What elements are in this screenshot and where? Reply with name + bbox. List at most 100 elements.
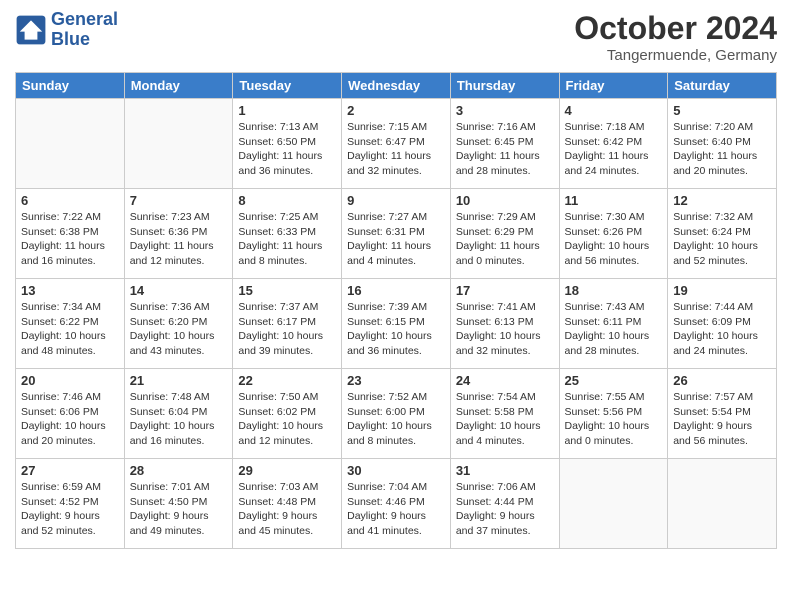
day-number: 22 bbox=[238, 373, 336, 388]
day-number: 3 bbox=[456, 103, 554, 118]
week-row-2: 6 Sunrise: 7:22 AM Sunset: 6:38 PM Daylig… bbox=[16, 189, 777, 279]
logo: General Blue bbox=[15, 10, 118, 50]
week-row-5: 27Sunrise: 6:59 AM Sunset: 4:52 PM Dayli… bbox=[16, 459, 777, 549]
day-cell: 15Sunrise: 7:37 AM Sunset: 6:17 PM Dayli… bbox=[233, 279, 342, 369]
day-cell: 19 Sunrise: 7:44 AM Sunset: 6:09 PM Dayli… bbox=[668, 279, 777, 369]
week-row-3: 13 Sunrise: 7:34 AM Sunset: 6:22 PM Dayli… bbox=[16, 279, 777, 369]
day-info: Sunrise: 7:23 AM Sunset: 6:36 PM Dayligh… bbox=[130, 210, 228, 269]
day-number: 6 bbox=[21, 193, 119, 208]
day-number: 19 bbox=[673, 283, 771, 298]
week-row-1: 1Sunrise: 7:13 AM Sunset: 6:50 PM Daylig… bbox=[16, 99, 777, 189]
day-cell: 21 Sunrise: 7:48 AM Sunset: 6:04 PM Dayli… bbox=[124, 369, 233, 459]
day-number: 9 bbox=[347, 193, 445, 208]
day-info: Sunrise: 7:34 AM Sunset: 6:22 PM Dayligh… bbox=[21, 300, 119, 359]
day-cell: 11 Sunrise: 7:30 AM Sunset: 6:26 PM Dayli… bbox=[559, 189, 668, 279]
day-number: 26 bbox=[673, 373, 771, 388]
day-info: Sunrise: 7:15 AM Sunset: 6:47 PM Dayligh… bbox=[347, 120, 445, 179]
day-info: Sunrise: 7:57 AM Sunset: 5:54 PM Dayligh… bbox=[673, 390, 771, 449]
logo-icon bbox=[15, 14, 47, 46]
day-cell: 6 Sunrise: 7:22 AM Sunset: 6:38 PM Daylig… bbox=[16, 189, 125, 279]
day-number: 28 bbox=[130, 463, 228, 478]
day-number: 13 bbox=[21, 283, 119, 298]
day-info: Sunrise: 7:44 AM Sunset: 6:09 PM Dayligh… bbox=[673, 300, 771, 359]
day-cell: 9 Sunrise: 7:27 AM Sunset: 6:31 PM Daylig… bbox=[342, 189, 451, 279]
day-info: Sunrise: 7:22 AM Sunset: 6:38 PM Dayligh… bbox=[21, 210, 119, 269]
day-cell bbox=[124, 99, 233, 189]
calendar-body: 1Sunrise: 7:13 AM Sunset: 6:50 PM Daylig… bbox=[16, 99, 777, 549]
day-info: Sunrise: 7:27 AM Sunset: 6:31 PM Dayligh… bbox=[347, 210, 445, 269]
day-number: 11 bbox=[565, 193, 663, 208]
title-area: October 2024 Tangermuende, Germany bbox=[574, 10, 777, 64]
header: General Blue October 2024 Tangermuende, … bbox=[15, 10, 777, 64]
weekday-header-row: SundayMondayTuesdayWednesdayThursdayFrid… bbox=[16, 73, 777, 99]
day-cell: 30 Sunrise: 7:04 AM Sunset: 4:46 PM Dayli… bbox=[342, 459, 451, 549]
day-number: 2 bbox=[347, 103, 445, 118]
weekday-header-sunday: Sunday bbox=[16, 73, 125, 99]
day-number: 17 bbox=[456, 283, 554, 298]
day-info: Sunrise: 7:54 AM Sunset: 5:58 PM Dayligh… bbox=[456, 390, 554, 449]
day-number: 21 bbox=[130, 373, 228, 388]
day-info: Sunrise: 7:03 AM Sunset: 4:48 PM Dayligh… bbox=[238, 480, 336, 539]
day-cell: 14Sunrise: 7:36 AM Sunset: 6:20 PM Dayli… bbox=[124, 279, 233, 369]
day-cell: 18 Sunrise: 7:43 AM Sunset: 6:11 PM Dayli… bbox=[559, 279, 668, 369]
day-number: 18 bbox=[565, 283, 663, 298]
day-cell bbox=[559, 459, 668, 549]
day-info: Sunrise: 7:30 AM Sunset: 6:26 PM Dayligh… bbox=[565, 210, 663, 269]
day-info: Sunrise: 7:37 AM Sunset: 6:17 PM Dayligh… bbox=[238, 300, 336, 359]
day-number: 1 bbox=[238, 103, 336, 118]
day-number: 29 bbox=[238, 463, 336, 478]
day-cell: 31Sunrise: 7:06 AM Sunset: 4:44 PM Dayli… bbox=[450, 459, 559, 549]
day-number: 16 bbox=[347, 283, 445, 298]
day-cell: 1Sunrise: 7:13 AM Sunset: 6:50 PM Daylig… bbox=[233, 99, 342, 189]
day-info: Sunrise: 7:48 AM Sunset: 6:04 PM Dayligh… bbox=[130, 390, 228, 449]
day-info: Sunrise: 7:50 AM Sunset: 6:02 PM Dayligh… bbox=[238, 390, 336, 449]
day-cell: 10 Sunrise: 7:29 AM Sunset: 6:29 PM Dayli… bbox=[450, 189, 559, 279]
month-title: October 2024 bbox=[574, 10, 777, 47]
day-cell: 17 Sunrise: 7:41 AM Sunset: 6:13 PM Dayli… bbox=[450, 279, 559, 369]
day-cell: 26 Sunrise: 7:57 AM Sunset: 5:54 PM Dayli… bbox=[668, 369, 777, 459]
day-info: Sunrise: 7:04 AM Sunset: 4:46 PM Dayligh… bbox=[347, 480, 445, 539]
day-info: Sunrise: 7:29 AM Sunset: 6:29 PM Dayligh… bbox=[456, 210, 554, 269]
day-info: Sunrise: 7:41 AM Sunset: 6:13 PM Dayligh… bbox=[456, 300, 554, 359]
day-cell bbox=[16, 99, 125, 189]
week-row-4: 20Sunrise: 7:46 AM Sunset: 6:06 PM Dayli… bbox=[16, 369, 777, 459]
day-info: Sunrise: 7:43 AM Sunset: 6:11 PM Dayligh… bbox=[565, 300, 663, 359]
weekday-header-thursday: Thursday bbox=[450, 73, 559, 99]
day-info: Sunrise: 7:01 AM Sunset: 4:50 PM Dayligh… bbox=[130, 480, 228, 539]
day-number: 31 bbox=[456, 463, 554, 478]
day-cell: 22 Sunrise: 7:50 AM Sunset: 6:02 PM Dayli… bbox=[233, 369, 342, 459]
weekday-header-monday: Monday bbox=[124, 73, 233, 99]
day-number: 12 bbox=[673, 193, 771, 208]
day-info: Sunrise: 7:18 AM Sunset: 6:42 PM Dayligh… bbox=[565, 120, 663, 179]
day-info: Sunrise: 7:25 AM Sunset: 6:33 PM Dayligh… bbox=[238, 210, 336, 269]
day-cell: 13 Sunrise: 7:34 AM Sunset: 6:22 PM Dayli… bbox=[16, 279, 125, 369]
day-cell: 24Sunrise: 7:54 AM Sunset: 5:58 PM Dayli… bbox=[450, 369, 559, 459]
weekday-header-saturday: Saturday bbox=[668, 73, 777, 99]
day-number: 25 bbox=[565, 373, 663, 388]
day-cell: 8 Sunrise: 7:25 AM Sunset: 6:33 PM Daylig… bbox=[233, 189, 342, 279]
day-number: 30 bbox=[347, 463, 445, 478]
day-info: Sunrise: 7:32 AM Sunset: 6:24 PM Dayligh… bbox=[673, 210, 771, 269]
day-info: Sunrise: 7:39 AM Sunset: 6:15 PM Dayligh… bbox=[347, 300, 445, 359]
day-cell: 20Sunrise: 7:46 AM Sunset: 6:06 PM Dayli… bbox=[16, 369, 125, 459]
day-number: 14 bbox=[130, 283, 228, 298]
day-cell: 27Sunrise: 6:59 AM Sunset: 4:52 PM Dayli… bbox=[16, 459, 125, 549]
day-cell: 25Sunrise: 7:55 AM Sunset: 5:56 PM Dayli… bbox=[559, 369, 668, 459]
day-number: 4 bbox=[565, 103, 663, 118]
day-cell: 7 Sunrise: 7:23 AM Sunset: 6:36 PM Daylig… bbox=[124, 189, 233, 279]
day-cell: 29 Sunrise: 7:03 AM Sunset: 4:48 PM Dayli… bbox=[233, 459, 342, 549]
day-number: 7 bbox=[130, 193, 228, 208]
day-number: 8 bbox=[238, 193, 336, 208]
location: Tangermuende, Germany bbox=[574, 47, 777, 64]
day-cell: 2 Sunrise: 7:15 AM Sunset: 6:47 PM Daylig… bbox=[342, 99, 451, 189]
weekday-header-wednesday: Wednesday bbox=[342, 73, 451, 99]
day-cell bbox=[668, 459, 777, 549]
day-info: Sunrise: 7:52 AM Sunset: 6:00 PM Dayligh… bbox=[347, 390, 445, 449]
day-number: 20 bbox=[21, 373, 119, 388]
day-info: Sunrise: 7:16 AM Sunset: 6:45 PM Dayligh… bbox=[456, 120, 554, 179]
logo-text: General Blue bbox=[51, 10, 118, 50]
day-number: 10 bbox=[456, 193, 554, 208]
day-cell: 28 Sunrise: 7:01 AM Sunset: 4:50 PM Dayli… bbox=[124, 459, 233, 549]
calendar-table: SundayMondayTuesdayWednesdayThursdayFrid… bbox=[15, 72, 777, 549]
day-number: 27 bbox=[21, 463, 119, 478]
